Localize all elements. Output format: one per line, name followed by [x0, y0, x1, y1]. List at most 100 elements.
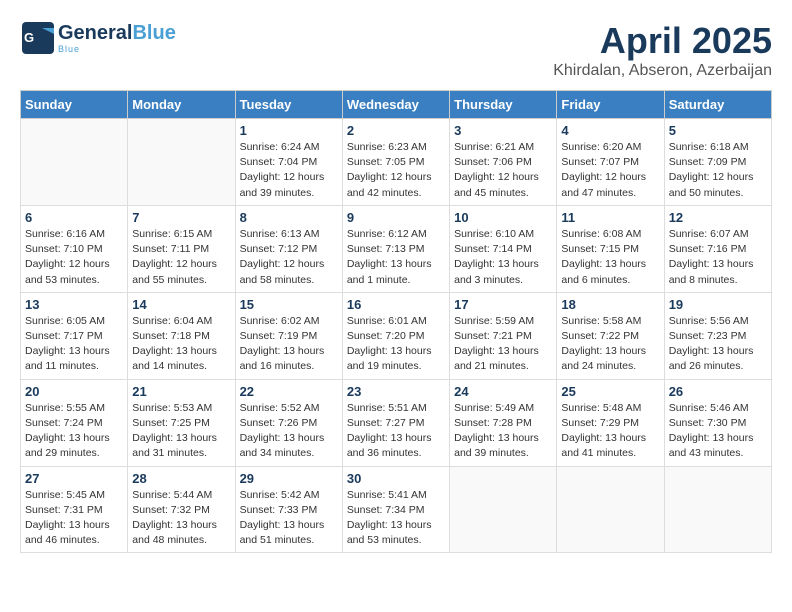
day-cell: 19 Sunrise: 5:56 AMSunset: 7:23 PMDayligh…	[664, 292, 771, 379]
day-number: 22	[240, 384, 338, 399]
day-info: Sunrise: 5:45 AMSunset: 7:31 PMDaylight:…	[25, 488, 123, 549]
day-cell: 10 Sunrise: 6:10 AMSunset: 7:14 PMDayligh…	[450, 205, 557, 292]
day-info: Sunrise: 5:41 AMSunset: 7:34 PMDaylight:…	[347, 488, 445, 549]
location-title: Khirdalan, Abseron, Azerbaijan	[553, 62, 772, 80]
calendar-table: SundayMondayTuesdayWednesdayThursdayFrid…	[20, 90, 772, 553]
day-cell: 9Sunrise: 6:12 AMSunset: 7:13 PMDaylight…	[342, 205, 449, 292]
day-cell: 15 Sunrise: 6:02 AMSunset: 7:19 PMDayligh…	[235, 292, 342, 379]
header-row: SundayMondayTuesdayWednesdayThursdayFrid…	[21, 91, 772, 119]
day-number: 27	[25, 471, 123, 486]
day-header-thursday: Thursday	[450, 91, 557, 119]
day-info: Sunrise: 5:46 AMSunset: 7:30 PMDaylight:…	[669, 401, 767, 462]
day-cell: 11Sunrise: 6:08 AMSunset: 7:15 PMDayligh…	[557, 205, 664, 292]
day-cell: 13 Sunrise: 6:05 AMSunset: 7:17 PMDayligh…	[21, 292, 128, 379]
day-info: Sunrise: 6:21 AMSunset: 7:06 PMDaylight:…	[454, 140, 552, 201]
week-row-4: 20Sunrise: 5:55 AMSunset: 7:24 PMDayligh…	[21, 379, 772, 466]
logo-tagline: Blue	[58, 44, 176, 54]
week-row-1: 1Sunrise: 6:24 AMSunset: 7:04 PMDaylight…	[21, 119, 772, 206]
day-header-saturday: Saturday	[664, 91, 771, 119]
week-row-3: 13 Sunrise: 6:05 AMSunset: 7:17 PMDayligh…	[21, 292, 772, 379]
day-number: 28	[132, 471, 230, 486]
day-cell	[557, 466, 664, 553]
day-cell: 7 Sunrise: 6:15 AMSunset: 7:11 PMDaylight…	[128, 205, 235, 292]
day-info: Sunrise: 6:05 AMSunset: 7:17 PMDaylight:…	[25, 314, 123, 375]
day-number: 6	[25, 210, 123, 225]
day-number: 10	[454, 210, 552, 225]
day-cell	[21, 119, 128, 206]
day-number: 13	[25, 297, 123, 312]
day-cell: 27 Sunrise: 5:45 AMSunset: 7:31 PMDayligh…	[21, 466, 128, 553]
day-cell: 1Sunrise: 6:24 AMSunset: 7:04 PMDaylight…	[235, 119, 342, 206]
day-info: Sunrise: 5:58 AMSunset: 7:22 PMDaylight:…	[561, 314, 659, 375]
day-info: Sunrise: 6:10 AMSunset: 7:14 PMDaylight:…	[454, 227, 552, 288]
day-info: Sunrise: 5:49 AMSunset: 7:28 PMDaylight:…	[454, 401, 552, 462]
day-number: 1	[240, 123, 338, 138]
day-info: Sunrise: 6:18 AMSunset: 7:09 PMDaylight:…	[669, 140, 767, 201]
day-number: 3	[454, 123, 552, 138]
day-header-wednesday: Wednesday	[342, 91, 449, 119]
logo-blue: Blue	[132, 22, 175, 44]
day-info: Sunrise: 6:23 AMSunset: 7:05 PMDaylight:…	[347, 140, 445, 201]
day-info: Sunrise: 5:56 AMSunset: 7:23 PMDaylight:…	[669, 314, 767, 375]
day-number: 25	[561, 384, 659, 399]
day-info: Sunrise: 6:01 AMSunset: 7:20 PMDaylight:…	[347, 314, 445, 375]
day-cell: 28Sunrise: 5:44 AMSunset: 7:32 PMDayligh…	[128, 466, 235, 553]
day-cell: 12 Sunrise: 6:07 AMSunset: 7:16 PMDayligh…	[664, 205, 771, 292]
day-number: 18	[561, 297, 659, 312]
day-header-tuesday: Tuesday	[235, 91, 342, 119]
day-number: 16	[347, 297, 445, 312]
day-header-sunday: Sunday	[21, 91, 128, 119]
day-number: 11	[561, 210, 659, 225]
day-number: 23	[347, 384, 445, 399]
day-info: Sunrise: 5:51 AMSunset: 7:27 PMDaylight:…	[347, 401, 445, 462]
day-cell	[664, 466, 771, 553]
svg-text:G: G	[24, 30, 34, 45]
day-number: 19	[669, 297, 767, 312]
day-number: 26	[669, 384, 767, 399]
day-cell: 23 Sunrise: 5:51 AMSunset: 7:27 PMDayligh…	[342, 379, 449, 466]
day-info: Sunrise: 5:55 AMSunset: 7:24 PMDaylight:…	[25, 401, 123, 462]
day-cell: 4Sunrise: 6:20 AMSunset: 7:07 PMDaylight…	[557, 119, 664, 206]
week-row-5: 27 Sunrise: 5:45 AMSunset: 7:31 PMDayligh…	[21, 466, 772, 553]
day-cell: 25Sunrise: 5:48 AMSunset: 7:29 PMDayligh…	[557, 379, 664, 466]
day-cell: 5Sunrise: 6:18 AMSunset: 7:09 PMDaylight…	[664, 119, 771, 206]
title-area: April 2025 Khirdalan, Abseron, Azerbaija…	[553, 20, 772, 80]
day-number: 7	[132, 210, 230, 225]
month-title: April 2025	[553, 20, 772, 62]
day-cell: 29Sunrise: 5:42 AMSunset: 7:33 PMDayligh…	[235, 466, 342, 553]
day-info: Sunrise: 6:04 AMSunset: 7:18 PMDaylight:…	[132, 314, 230, 375]
logo: G GeneralBlue Blue	[20, 20, 176, 56]
day-number: 21	[132, 384, 230, 399]
day-number: 14	[132, 297, 230, 312]
week-row-2: 6 Sunrise: 6:16 AMSunset: 7:10 PMDaylight…	[21, 205, 772, 292]
day-cell: 6 Sunrise: 6:16 AMSunset: 7:10 PMDaylight…	[21, 205, 128, 292]
logo-general: General	[58, 22, 132, 44]
day-number: 12	[669, 210, 767, 225]
day-number: 17	[454, 297, 552, 312]
day-cell: 14 Sunrise: 6:04 AMSunset: 7:18 PMDayligh…	[128, 292, 235, 379]
day-info: Sunrise: 6:13 AMSunset: 7:12 PMDaylight:…	[240, 227, 338, 288]
day-number: 8	[240, 210, 338, 225]
day-cell: 30 Sunrise: 5:41 AMSunset: 7:34 PMDayligh…	[342, 466, 449, 553]
day-info: Sunrise: 6:12 AMSunset: 7:13 PMDaylight:…	[347, 227, 445, 288]
day-info: Sunrise: 6:07 AMSunset: 7:16 PMDaylight:…	[669, 227, 767, 288]
day-info: Sunrise: 5:42 AMSunset: 7:33 PMDaylight:…	[240, 488, 338, 549]
day-number: 30	[347, 471, 445, 486]
day-cell: 24Sunrise: 5:49 AMSunset: 7:28 PMDayligh…	[450, 379, 557, 466]
day-cell: 17 Sunrise: 5:59 AMSunset: 7:21 PMDayligh…	[450, 292, 557, 379]
day-number: 2	[347, 123, 445, 138]
day-header-monday: Monday	[128, 91, 235, 119]
day-cell: 8 Sunrise: 6:13 AMSunset: 7:12 PMDaylight…	[235, 205, 342, 292]
day-info: Sunrise: 6:16 AMSunset: 7:10 PMDaylight:…	[25, 227, 123, 288]
header: G GeneralBlue Blue April 2025 Khirdalan,…	[20, 20, 772, 80]
day-cell: 18 Sunrise: 5:58 AMSunset: 7:22 PMDayligh…	[557, 292, 664, 379]
day-info: Sunrise: 6:02 AMSunset: 7:19 PMDaylight:…	[240, 314, 338, 375]
day-info: Sunrise: 6:15 AMSunset: 7:11 PMDaylight:…	[132, 227, 230, 288]
day-cell: 21Sunrise: 5:53 AMSunset: 7:25 PMDayligh…	[128, 379, 235, 466]
day-cell: 26 Sunrise: 5:46 AMSunset: 7:30 PMDayligh…	[664, 379, 771, 466]
day-cell: 22Sunrise: 5:52 AMSunset: 7:26 PMDayligh…	[235, 379, 342, 466]
day-info: Sunrise: 5:59 AMSunset: 7:21 PMDaylight:…	[454, 314, 552, 375]
day-cell	[450, 466, 557, 553]
day-number: 15	[240, 297, 338, 312]
day-cell: 16 Sunrise: 6:01 AMSunset: 7:20 PMDayligh…	[342, 292, 449, 379]
